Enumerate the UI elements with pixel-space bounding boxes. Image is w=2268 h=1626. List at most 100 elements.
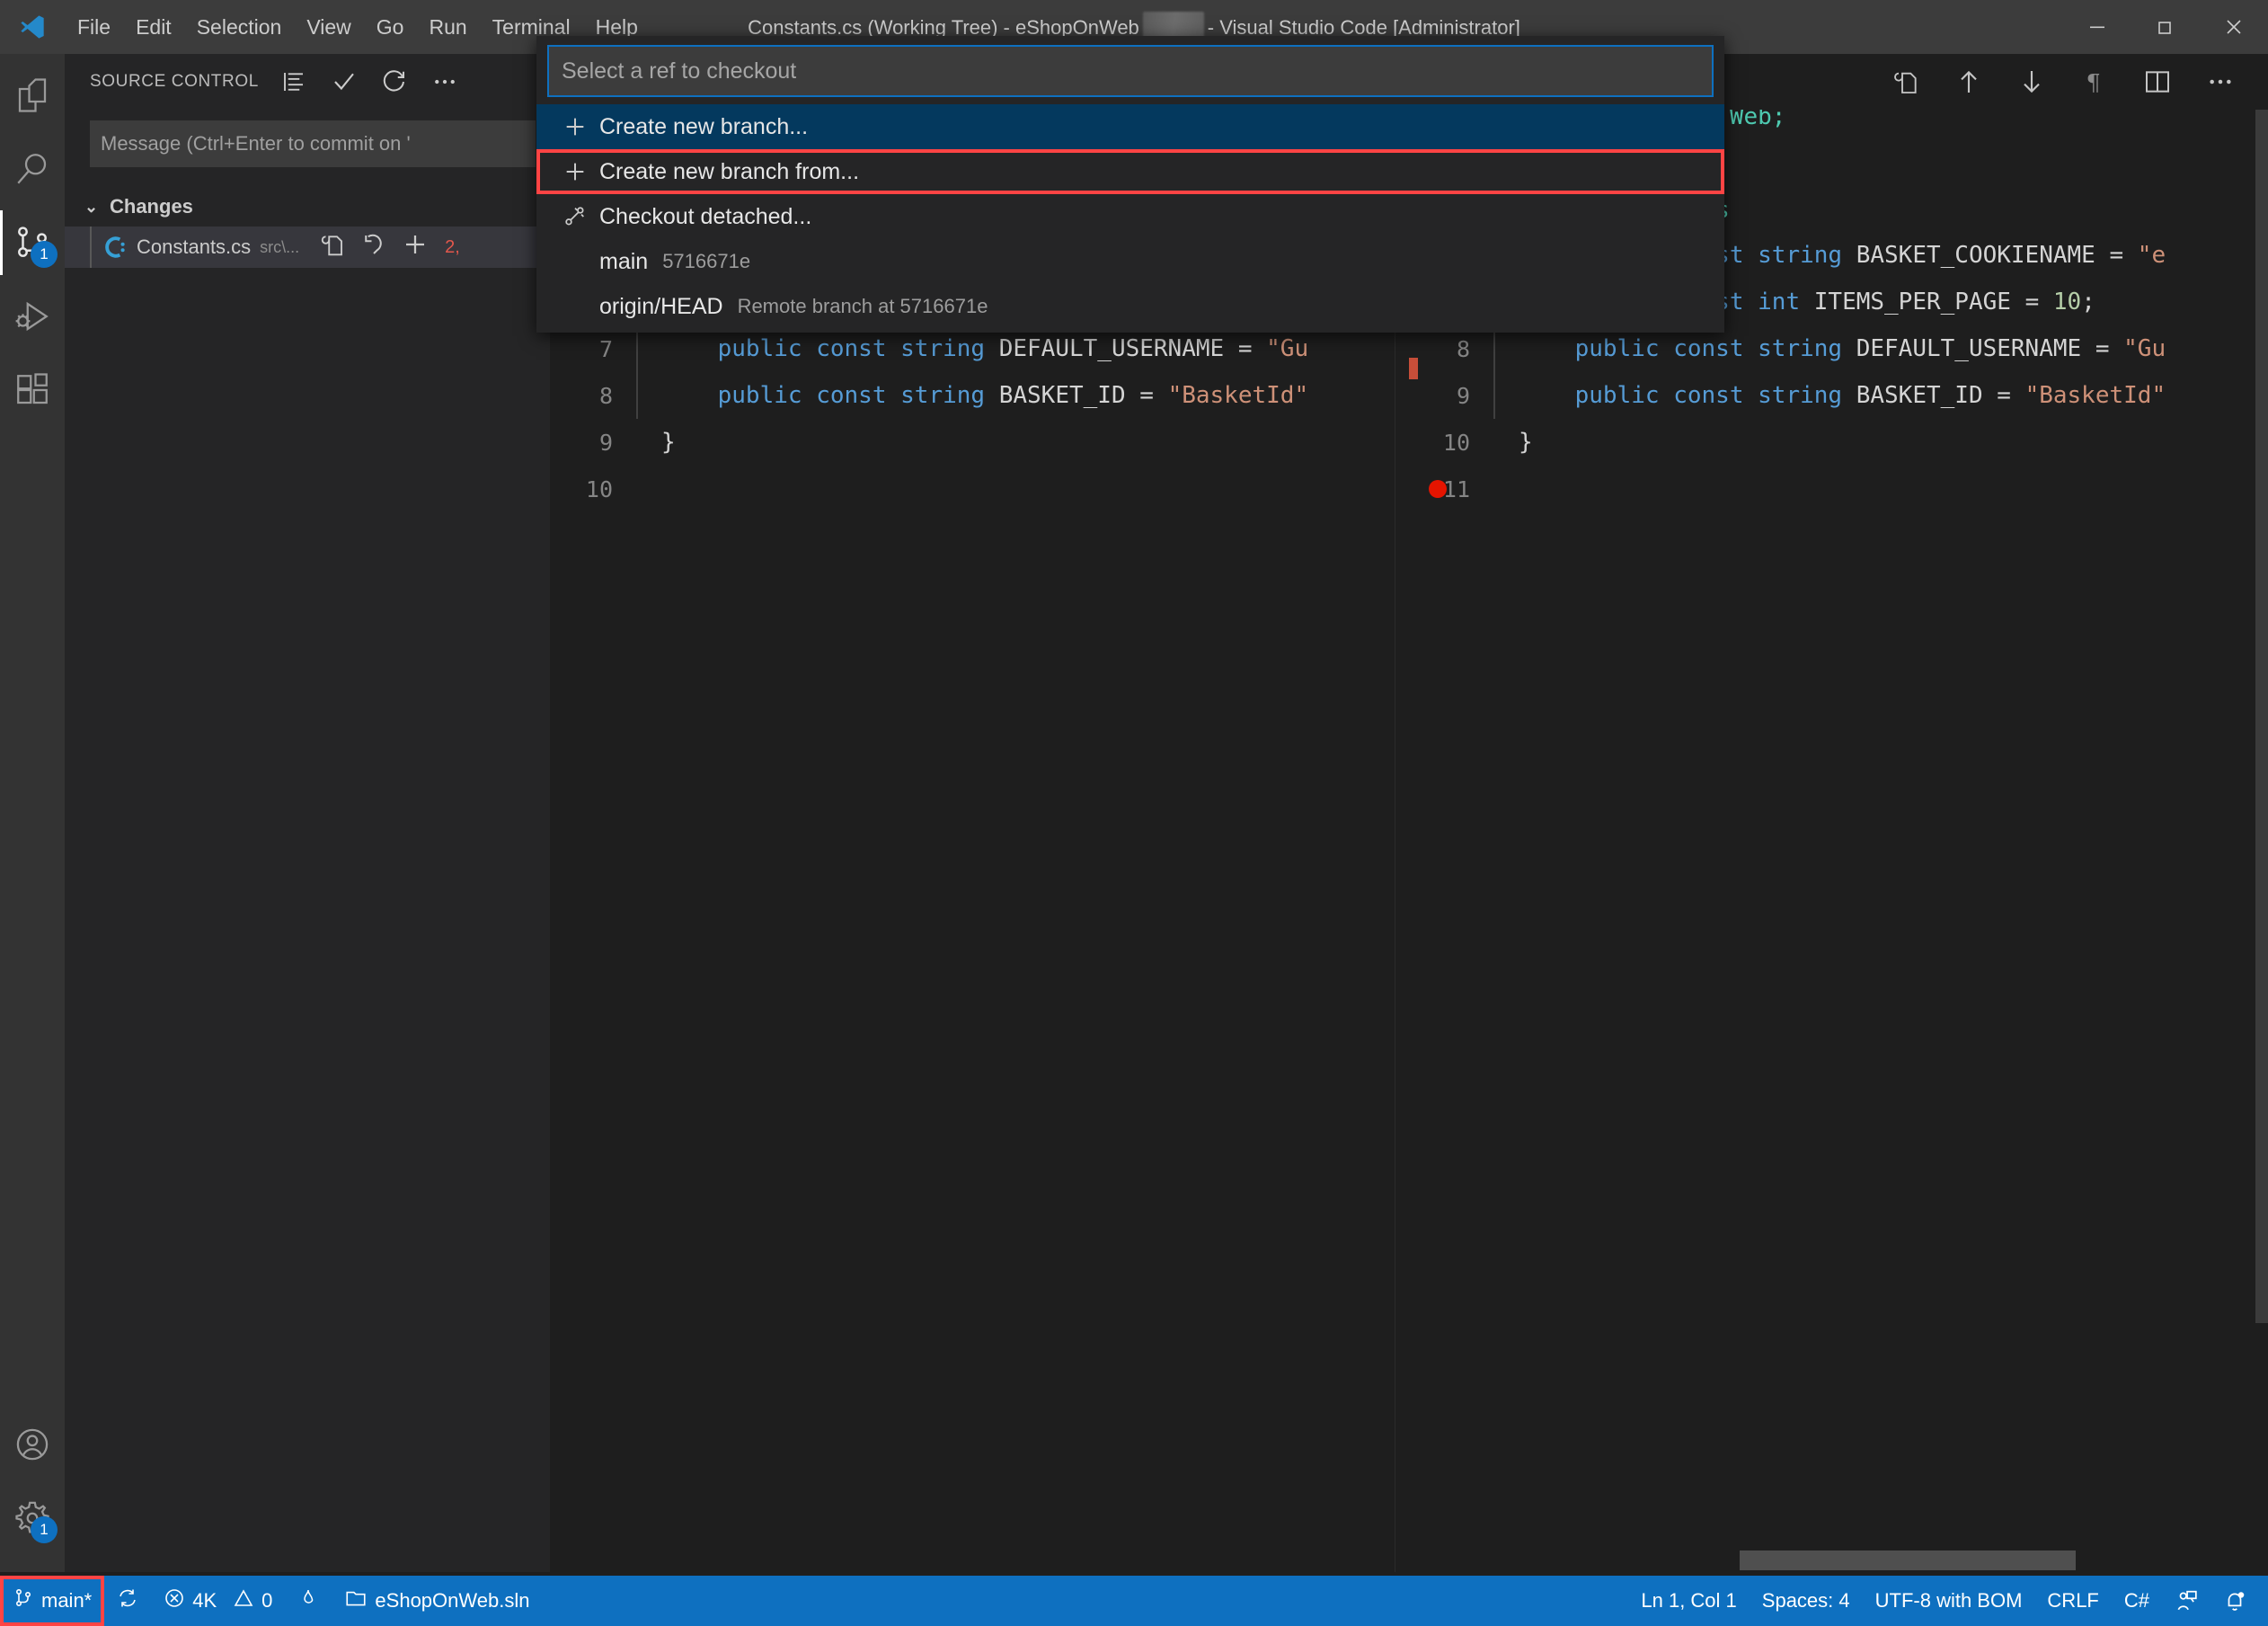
refresh-icon[interactable] — [379, 67, 410, 97]
menu-edit[interactable]: Edit — [123, 0, 184, 54]
commit-message-input[interactable]: Message (Ctrl+Enter to commit on ' — [90, 120, 536, 167]
code-token: const — [816, 382, 887, 409]
code-text: } — [661, 429, 1395, 456]
code-line-modified-row[interactable]: 11 — [1407, 466, 2268, 512]
quick-pick-item-label: main — [599, 248, 649, 274]
language-mode-status[interactable]: C# — [2112, 1576, 2162, 1626]
sync-status[interactable] — [104, 1576, 151, 1626]
split-editor-icon[interactable] — [2126, 54, 2189, 110]
notifications-bell-icon[interactable] — [2210, 1576, 2259, 1626]
breakpoint-icon[interactable] — [1429, 480, 1447, 498]
close-icon[interactable] — [2200, 0, 2268, 54]
indentation-status[interactable]: Spaces: 4 — [1750, 1576, 1863, 1626]
quick-pick-item-0[interactable]: Create new branch... — [536, 104, 1724, 149]
stage-changes-icon[interactable] — [402, 231, 429, 263]
plus-icon — [558, 159, 592, 184]
code-line-modified-row[interactable]: 9 public const string BASKET_ID = "Baske… — [1407, 372, 2268, 419]
code-token: string — [1758, 335, 1843, 362]
quick-pick-item-label: origin/HEAD — [599, 293, 723, 319]
code-text: public const string BASKET_ID = "BasketI… — [1519, 382, 2268, 409]
code-token: string — [900, 335, 986, 362]
code-line-modified-row[interactable]: 10} — [1407, 419, 2268, 466]
problems-status[interactable]: 4K 0 — [151, 1576, 285, 1626]
next-change-icon[interactable] — [2000, 54, 2063, 110]
file-name: Constants.cs — [137, 235, 252, 258]
minimize-icon[interactable] — [2063, 0, 2131, 54]
run-debug-icon[interactable] — [0, 284, 65, 349]
settings-badge: 1 — [31, 1516, 58, 1543]
menu-view[interactable]: View — [294, 0, 363, 54]
code-text: } — [1519, 429, 2268, 456]
accounts-icon[interactable] — [0, 1412, 65, 1477]
previous-change-icon[interactable] — [1937, 54, 2000, 110]
editor-toolbar: ¶ — [1874, 54, 2268, 110]
more-actions-icon[interactable] — [2189, 54, 2252, 110]
editor-vertical-scrollbar[interactable] — [2255, 110, 2268, 1323]
quick-pick-item-label: Create new branch... — [599, 113, 809, 139]
extensions-icon[interactable] — [0, 358, 65, 422]
line-number: 7 — [598, 335, 613, 362]
code-line-original-row[interactable]: 8 public const string BASKET_ID = "Baske… — [550, 372, 1395, 419]
eol-status[interactable]: CRLF — [2034, 1576, 2111, 1626]
explorer-icon[interactable] — [0, 63, 65, 128]
quick-pick-panel: Create new branch... Create new branch fr… — [536, 36, 1724, 333]
code-token: public — [1574, 335, 1660, 362]
branch-status[interactable]: main* — [0, 1576, 105, 1626]
quick-pick-item-1[interactable]: Create new branch from... — [536, 149, 1724, 194]
menu-file[interactable]: File — [65, 0, 123, 54]
live-share-icon[interactable] — [2162, 1576, 2210, 1626]
warning-count: 0 — [261, 1589, 273, 1612]
quick-pick-item-3[interactable]: main 5716671e — [536, 239, 1724, 284]
solution-status[interactable]: eShopOnWeb.sln — [332, 1576, 542, 1626]
source-control-icon[interactable]: 1 — [0, 210, 65, 275]
open-file-icon[interactable] — [319, 231, 346, 263]
git-branch-icon — [13, 1587, 34, 1614]
search-icon[interactable] — [0, 137, 65, 201]
file-status-badge: 2, — [445, 236, 460, 257]
discard-changes-icon[interactable] — [360, 231, 387, 263]
cursor-position[interactable]: Ln 1, Col 1 — [1628, 1576, 1749, 1626]
changes-group-header[interactable]: ⌄ Changes — [65, 187, 550, 227]
menu-go[interactable]: Go — [364, 0, 417, 54]
more-actions-icon[interactable] — [430, 67, 460, 97]
encoding-status[interactable]: UTF-8 with BOM — [1863, 1576, 2035, 1626]
editor-horizontal-scrollbar[interactable] — [1740, 1550, 2076, 1570]
code-text: public const string DEFAULT_USERNAME = "… — [1519, 335, 2268, 362]
code-line-original-row[interactable]: 10 — [550, 466, 1395, 512]
indent-guide — [1493, 466, 1495, 512]
line-number: 9 — [1456, 382, 1470, 409]
settings-gear-icon[interactable]: 1 — [0, 1486, 65, 1550]
code-token: DEFAULT_USERNAME = — [1842, 335, 2124, 362]
menu-selection[interactable]: Selection — [184, 0, 295, 54]
code-token: } — [1519, 429, 1533, 456]
code-token: const — [816, 335, 887, 362]
code-token: string — [1758, 242, 1843, 269]
open-changes-icon[interactable] — [1874, 54, 1937, 110]
menu-run[interactable]: Run — [416, 0, 479, 54]
commit-message-placeholder: Message (Ctrl+Enter to commit on ' — [101, 132, 411, 155]
code-line-original-row[interactable]: 9} — [550, 419, 1395, 466]
restore-icon[interactable] — [2131, 0, 2200, 54]
quick-pick-input[interactable] — [547, 45, 1714, 97]
source-control-header: SOURCE CONTROL — [65, 54, 550, 110]
line-number: 8 — [598, 382, 613, 409]
radon-status[interactable] — [285, 1576, 332, 1626]
list-item-changed-file[interactable]: Constants.cs src\... 2, — [65, 227, 550, 268]
quick-pick-item-4[interactable]: origin/HEAD Remote branch at 5716671e — [536, 284, 1724, 329]
code-token: public — [717, 382, 802, 409]
toggle-whitespace-icon[interactable]: ¶ — [2063, 54, 2126, 110]
source-control-title: SOURCE CONTROL — [90, 72, 259, 91]
view-as-tree-icon[interactable] — [279, 67, 309, 97]
branch-status-label: main* — [41, 1589, 93, 1612]
quick-pick-item-2[interactable]: Checkout detached... — [536, 194, 1724, 239]
window-controls — [2063, 0, 2268, 54]
quick-pick-list: Create new branch... Create new branch fr… — [536, 104, 1724, 329]
code-token: string — [900, 382, 986, 409]
code-token: "BasketId" — [2024, 382, 2166, 409]
commit-check-icon[interactable] — [329, 67, 359, 97]
code-token: 10 — [2052, 289, 2082, 315]
